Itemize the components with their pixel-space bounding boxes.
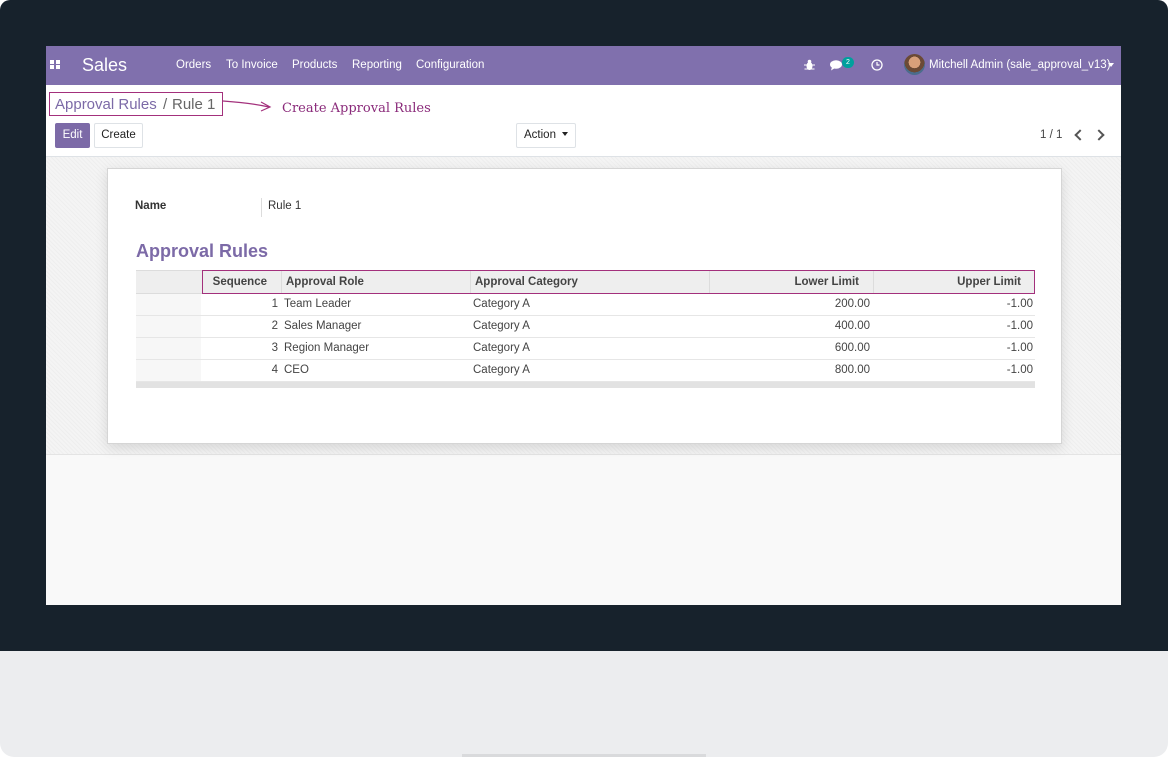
chevron-left-icon[interactable]: [1074, 129, 1086, 141]
apps-grid-icon[interactable]: [50, 60, 62, 70]
row-role: CEO: [284, 364, 309, 376]
row-upper-limit: -1.00: [1006, 320, 1033, 332]
table-row[interactable]: 4 CEO Category A 800.00 -1.00: [136, 360, 1035, 382]
menu-orders[interactable]: Orders: [176, 59, 211, 71]
caret-down-icon: [561, 132, 568, 136]
edit-button[interactable]: Edit: [55, 123, 90, 148]
row-handle[interactable]: [136, 316, 201, 337]
row-category: Category A: [473, 320, 530, 332]
user-menu[interactable]: Mitchell Admin (sale_approval_v13): [929, 59, 1111, 71]
name-label: Name: [135, 200, 167, 212]
row-upper-limit: -1.00: [1006, 342, 1033, 354]
breadcrumb-parent[interactable]: Approval Rules: [55, 96, 157, 113]
table-header: Sequence Approval Role Approval Category…: [136, 270, 1035, 294]
action-label: Action: [524, 129, 556, 141]
name-value: Rule 1: [268, 200, 302, 212]
table-row[interactable]: 3 Region Manager Category A 600.00 -1.00: [136, 338, 1035, 360]
row-category: Category A: [473, 298, 530, 310]
control-panel: Approval Rules / Rule 1 Create Approval …: [46, 85, 1121, 157]
monitor-stand: [0, 651, 1168, 757]
chevron-down-icon[interactable]: [1108, 63, 1114, 67]
annotation-arrow-icon: [223, 100, 272, 112]
menu-to-invoice[interactable]: To Invoice: [226, 59, 278, 71]
row-sequence: 1: [271, 298, 278, 310]
row-category: Category A: [473, 342, 530, 354]
row-lower-limit: 400.00: [834, 320, 870, 332]
breadcrumb-current: Rule 1: [172, 96, 216, 113]
row-upper-limit: -1.00: [1006, 364, 1033, 376]
row-handle[interactable]: [136, 360, 201, 381]
menu-configuration[interactable]: Configuration: [416, 59, 484, 71]
chevron-right-icon[interactable]: [1093, 129, 1105, 141]
row-handle[interactable]: [136, 294, 201, 315]
monitor-frame: Sales Orders To Invoice Products Reporti…: [0, 0, 1168, 651]
table-row[interactable]: 2 Sales Manager Category A 400.00 -1.00: [136, 316, 1035, 338]
table-row[interactable]: 1 Team Leader Category A 200.00 -1.00: [136, 294, 1035, 316]
row-sequence: 2: [271, 320, 278, 332]
row-role: Team Leader: [284, 298, 352, 310]
row-lower-limit: 600.00: [834, 342, 870, 354]
app-name[interactable]: Sales: [82, 55, 127, 76]
messages-badge: 2: [842, 57, 854, 68]
row-lower-limit: 800.00: [834, 364, 870, 376]
approval-rules-table: Sequence Approval Role Approval Category…: [136, 270, 1035, 388]
field-divider: [261, 198, 262, 217]
bug-icon[interactable]: [804, 59, 815, 71]
clock-icon[interactable]: [871, 59, 883, 71]
action-dropdown[interactable]: Action: [516, 123, 576, 148]
row-category: Category A: [473, 364, 530, 376]
annotation-label: Create Approval Rules: [282, 101, 431, 116]
row-upper-limit: -1.00: [1006, 298, 1033, 310]
row-role: Region Manager: [284, 342, 370, 354]
row-sequence: 3: [271, 342, 278, 354]
breadcrumb-separator: /: [163, 96, 168, 113]
table-footer: [136, 382, 1035, 388]
header-highlight: [202, 270, 1035, 294]
menu-reporting[interactable]: Reporting: [352, 59, 402, 71]
section-title: Approval Rules: [136, 241, 269, 261]
form-sheet: Name Rule 1 Approval Rules Sequence Appr…: [107, 168, 1062, 444]
create-button[interactable]: Create: [94, 123, 143, 148]
menu-products[interactable]: Products: [292, 59, 337, 71]
pager-value[interactable]: 1 / 1: [1040, 129, 1062, 141]
app-screen: Sales Orders To Invoice Products Reporti…: [46, 46, 1121, 605]
top-navbar: Sales Orders To Invoice Products Reporti…: [46, 46, 1121, 85]
user-avatar[interactable]: [904, 54, 925, 75]
row-sequence: 4: [271, 364, 278, 376]
row-lower-limit: 200.00: [834, 298, 870, 310]
row-handle[interactable]: [136, 338, 201, 359]
row-role: Sales Manager: [284, 320, 362, 332]
